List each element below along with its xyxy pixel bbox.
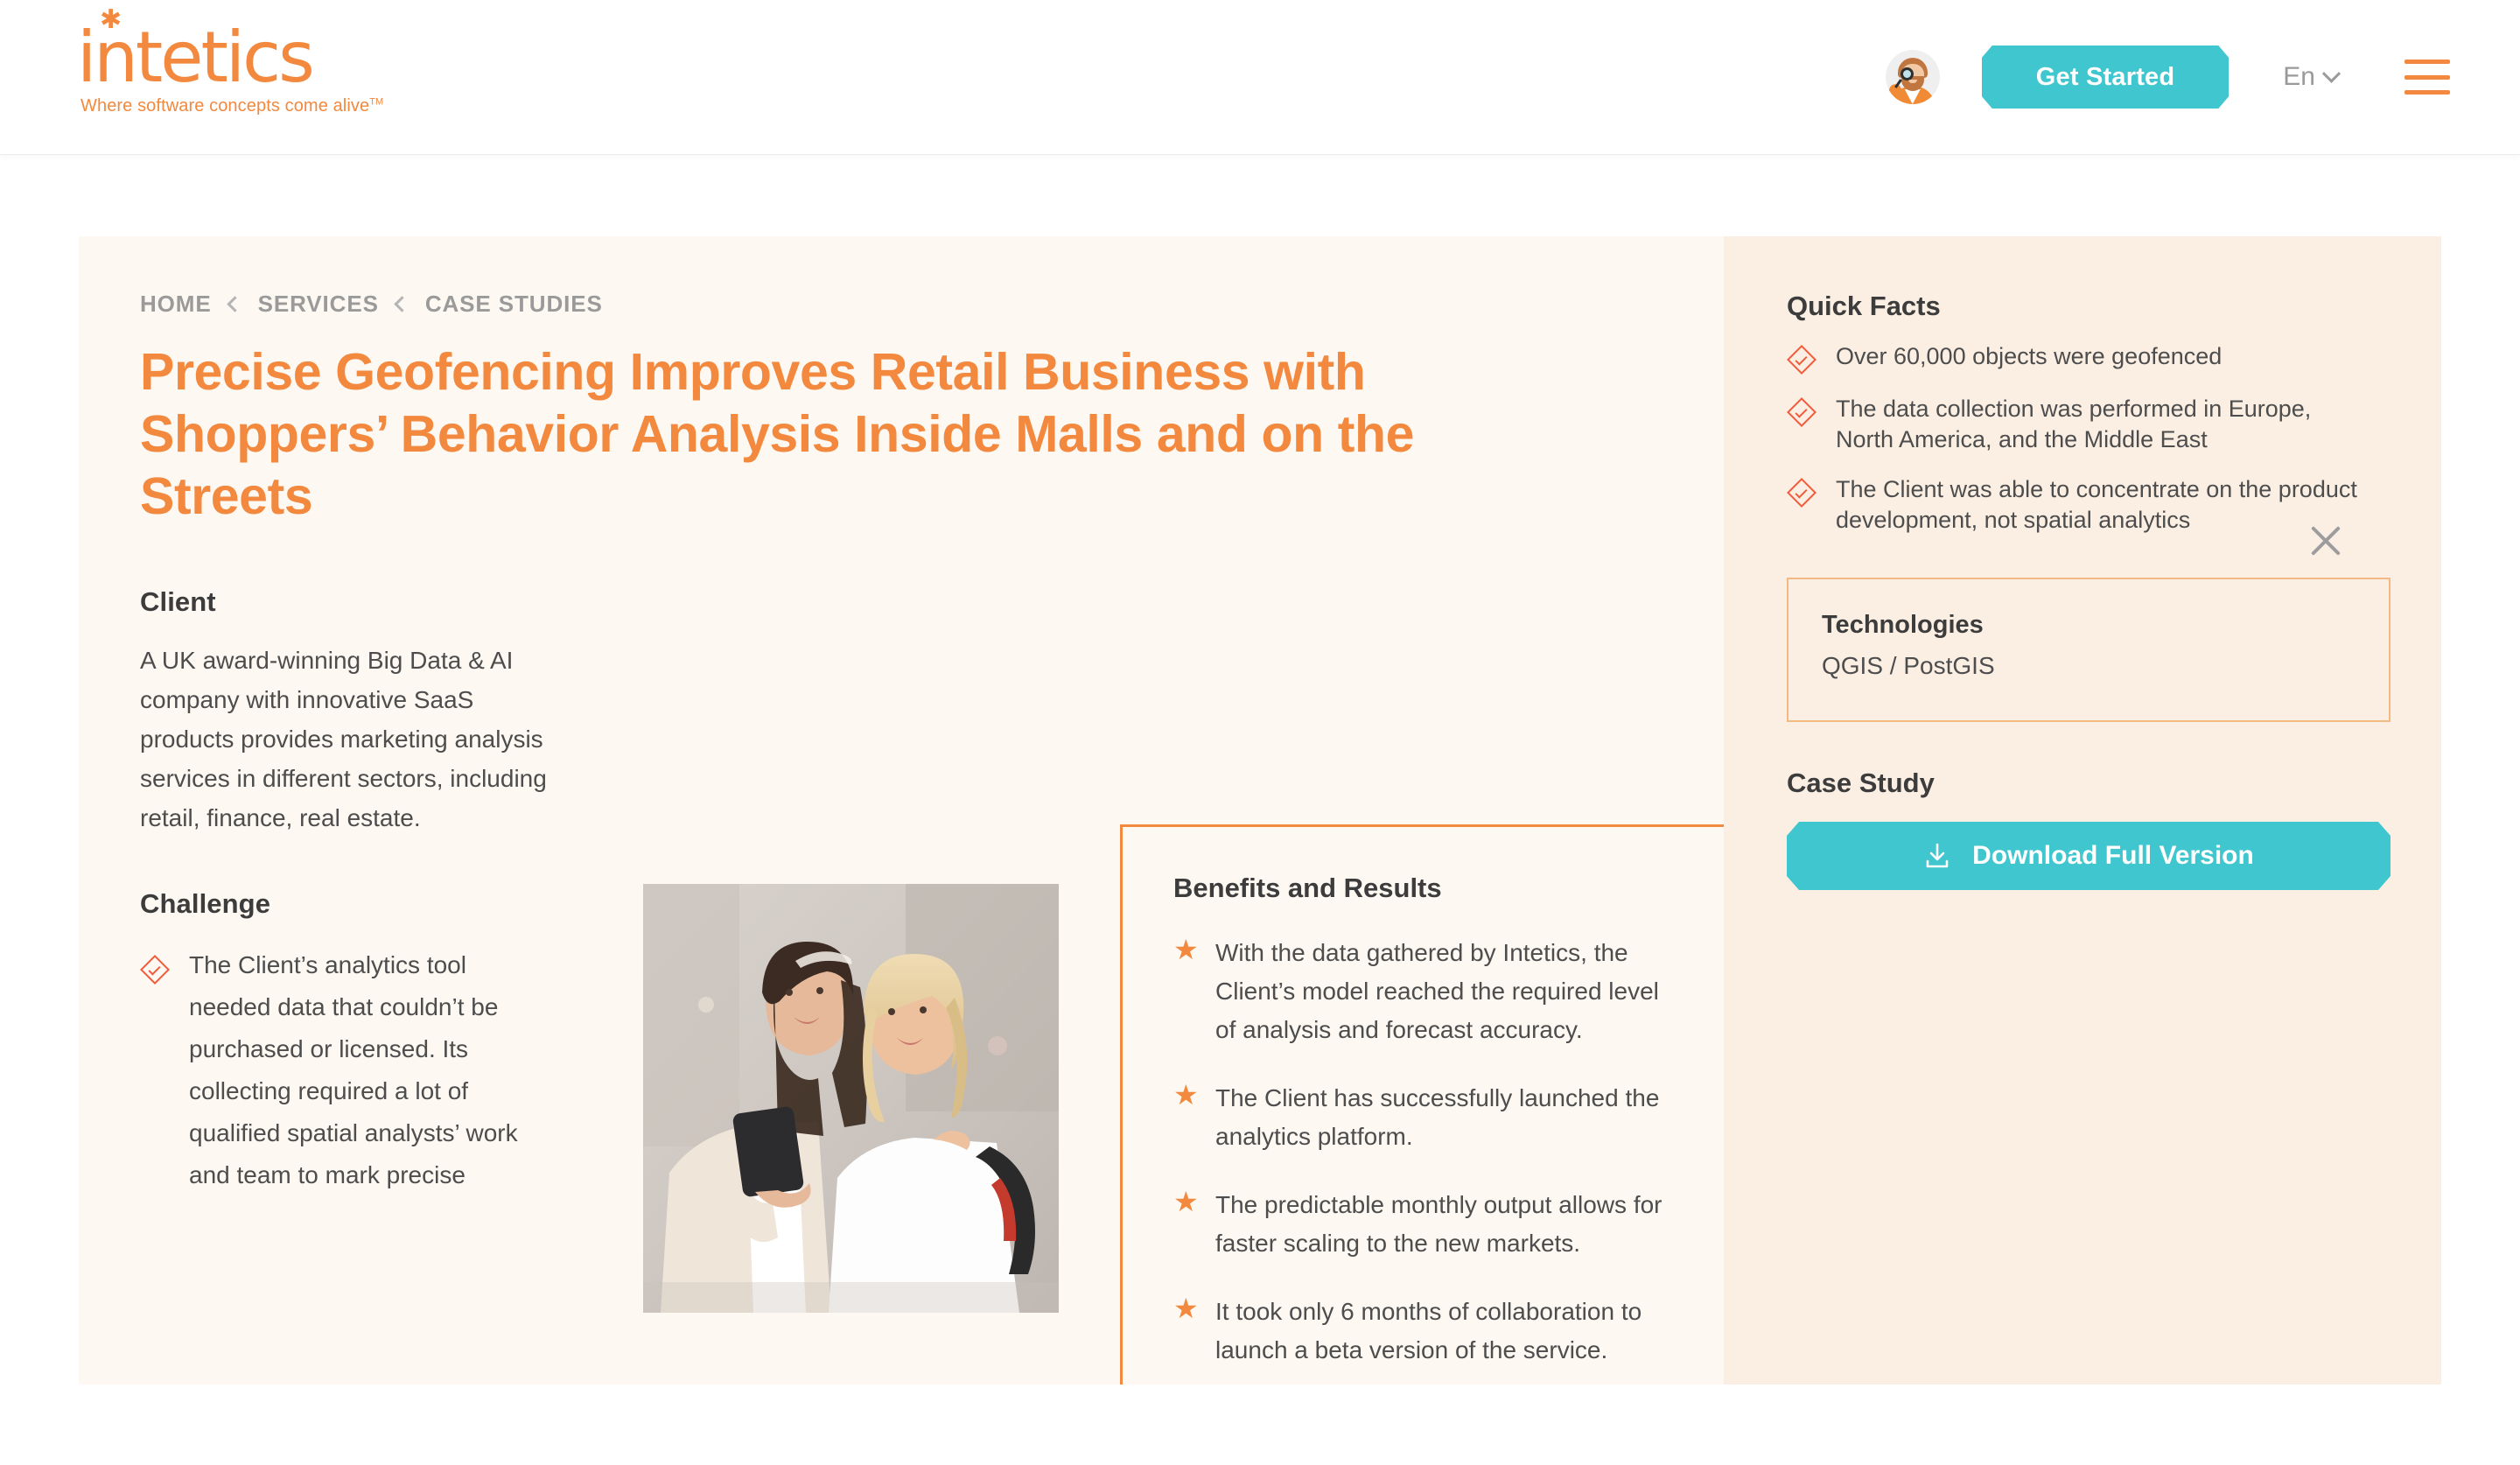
quick-fact-item: The Client was able to concentrate on th…	[1787, 474, 2390, 536]
diamond-check-icon	[1787, 478, 1816, 508]
benefit-item: ★ It took only 6 months of collaboration…	[1173, 1293, 1679, 1370]
challenge-item: The Client’s analytics tool needed data …	[140, 944, 560, 1196]
benefit-item: ★ The Client has successfully launched t…	[1173, 1079, 1679, 1156]
breadcrumb-item-case-studies[interactable]: CASE STUDIES	[425, 291, 603, 318]
diamond-check-icon	[140, 955, 170, 985]
chevron-left-icon	[226, 296, 243, 312]
logo-tagline: Where software concepts come aliveTM	[80, 96, 384, 116]
challenge-item-text: The Client’s analytics tool needed data …	[189, 951, 518, 1188]
trademark-mark: TM	[369, 96, 384, 108]
magnifier-lens-icon	[1900, 67, 1914, 81]
language-selector[interactable]: En	[2283, 62, 2342, 92]
breadcrumb-item-services[interactable]: SERVICES	[258, 291, 379, 318]
benefit-item-text: With the data gathered by Intetics, the …	[1215, 939, 1659, 1043]
diamond-check-icon	[1787, 397, 1816, 427]
benefits-heading: Benefits and Results	[1173, 873, 1442, 903]
chevron-left-icon	[394, 296, 410, 312]
site-header: ✱ intetics Where software concepts come …	[0, 0, 2520, 154]
chevron-down-icon	[2321, 64, 2342, 83]
challenge-heading: Challenge	[140, 888, 271, 919]
star-bullet-icon: ★	[1173, 934, 1199, 965]
diamond-check-icon	[1787, 345, 1816, 375]
breadcrumb-item-home[interactable]: HOME	[140, 291, 212, 318]
breadcrumb: HOME SERVICES CASE STUDIES	[140, 291, 603, 318]
benefit-item: ★ With the data gathered by Intetics, th…	[1173, 934, 1679, 1049]
quick-fact-text: The Client was able to concentrate on th…	[1836, 476, 2357, 533]
star-icon: ✱	[100, 4, 122, 35]
language-label: En	[2283, 62, 2315, 91]
quick-fact-item: The data collection was performed in Eur…	[1787, 394, 2390, 455]
star-bullet-icon: ★	[1173, 1186, 1199, 1217]
technologies-box: Technologies QGIS / PostGIS	[1787, 578, 2390, 722]
star-bullet-icon: ★	[1173, 1079, 1199, 1111]
client-text: A UK award-winning Big Data & AI company…	[140, 647, 547, 831]
benefit-item-text: It took only 6 months of collaboration t…	[1215, 1298, 1642, 1363]
technologies-value: QGIS / PostGIS	[1822, 652, 1995, 679]
benefit-item-text: The predictable monthly output allows fo…	[1215, 1191, 1662, 1257]
header-actions: Get Started En	[1885, 0, 2450, 154]
avatar-icon[interactable]	[1885, 50, 1940, 104]
page-title: Precise Geofencing Improves Retail Busin…	[140, 343, 1415, 525]
get-started-button[interactable]: Get Started	[1982, 46, 2230, 109]
quick-fact-item: Over 60,000 objects were geofenced	[1787, 341, 2390, 375]
burger-line-2	[2404, 74, 2450, 80]
hamburger-menu-icon[interactable]	[2404, 60, 2450, 95]
case-study-main: HOME SERVICES CASE STUDIES Precise Geofe…	[79, 236, 1724, 1384]
download-full-version-button[interactable]: Download Full Version	[1787, 822, 2390, 890]
site-logo[interactable]: ✱ intetics Where software concepts come …	[77, 7, 444, 116]
client-heading: Client	[140, 586, 216, 617]
quick-facts-heading: Quick Facts	[1787, 291, 1941, 321]
benefit-item: ★ The predictable monthly output allows …	[1173, 1186, 1679, 1263]
star-bullet-icon: ★	[1173, 1293, 1199, 1324]
benefits-and-results-box: Benefits and Results ★ With the data gat…	[1120, 824, 1724, 1384]
quick-fact-text: Over 60,000 objects were geofenced	[1836, 343, 2222, 369]
close-icon[interactable]	[2306, 522, 2345, 560]
quick-fact-text: The data collection was performed in Eur…	[1836, 396, 2312, 452]
download-icon	[1923, 842, 1951, 870]
download-button-label: Download Full Version	[1972, 841, 2254, 870]
client-challenge-column: Client A UK award-winning Big Data & AI …	[140, 586, 560, 1196]
burger-line-1	[2404, 60, 2450, 64]
logo-wordmark: ✱ intetics	[77, 7, 444, 95]
technologies-heading: Technologies	[1822, 611, 1984, 639]
benefit-item-text: The Client has successfully launched the…	[1215, 1084, 1660, 1150]
case-study-photo	[643, 884, 1059, 1313]
case-study-card: HOME SERVICES CASE STUDIES Precise Geofe…	[79, 236, 2441, 1384]
burger-line-3	[2404, 90, 2450, 95]
case-study-sidebar: Quick Facts Over 60,000 objects were geo…	[1724, 236, 2441, 1384]
case-study-heading: Case Study	[1787, 768, 1935, 798]
